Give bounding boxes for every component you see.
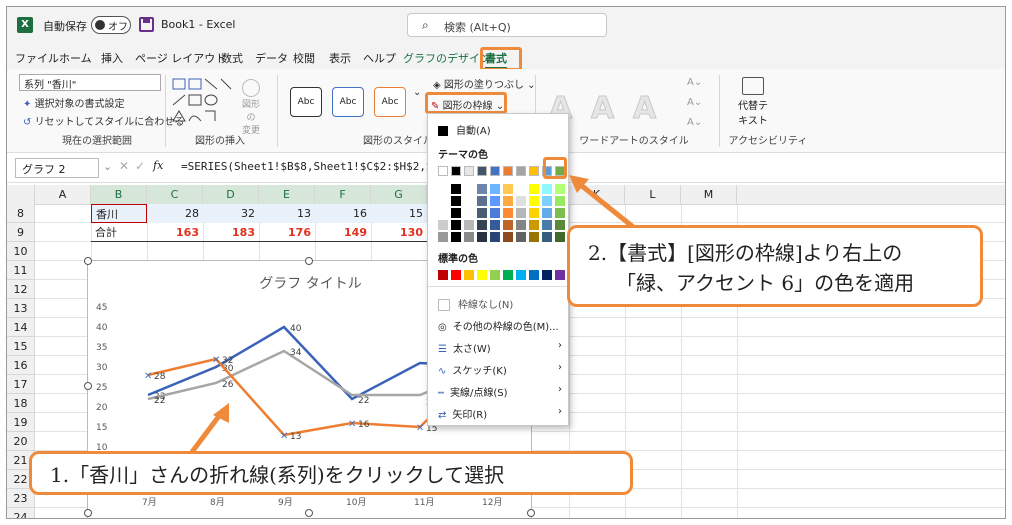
step1-callout: 1.「香川」さんの折れ線(系列)をクリックして選択 [29, 451, 633, 495]
step2-line2: 「緑、アクセント 6」の色を適用 [616, 271, 915, 295]
arrow-to-green [569, 175, 639, 232]
arrow-to-series [190, 403, 229, 454]
step2-callout: 2.【書式】[図形の枠線]より右上の 「緑、アクセント 6」の色を適用 [567, 225, 983, 307]
step1-text: 1.「香川」さんの折れ線(系列)をクリックして選択 [50, 463, 505, 487]
step2-line1: 2.【書式】[図形の枠線]より右上の [588, 241, 903, 265]
excel-window: X 自動保存 オフ Book1 - Excel ⌕ 検索 (Alt+Q) ファイ… [6, 6, 1006, 519]
